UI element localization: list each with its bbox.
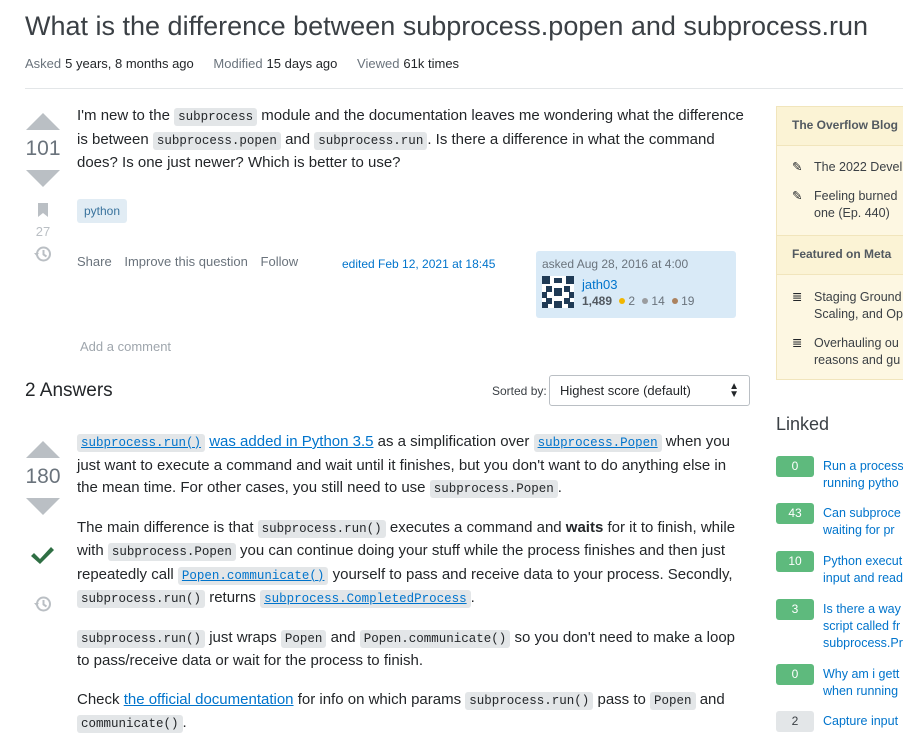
stackexchange-icon: ≣ [792, 290, 803, 304]
question-body: I'm new to the subprocess module and the… [77, 105, 747, 191]
question-paragraph: I'm new to the subprocess module and the… [77, 107, 744, 171]
follow-link[interactable]: Follow [261, 254, 299, 269]
blog-item[interactable]: ✎ Feeling burned one (Ep. 440) [792, 188, 897, 222]
sorted-by-label: Sorted by: [492, 384, 547, 398]
downvote-arrow-icon[interactable] [26, 498, 60, 515]
doc-link[interactable]: Popen.communicate() [177, 566, 329, 585]
inline-code: subprocess.Popen [107, 543, 236, 561]
blog-heading: The Overflow Blog [777, 106, 903, 146]
asker-user-card: asked Aug 28, 2016 at 4:00 jath03 1,489 … [536, 251, 736, 318]
answer-vote-cell: 180 [23, 441, 63, 515]
share-link[interactable]: Share [77, 254, 112, 269]
username-link[interactable]: jath03 [582, 277, 617, 292]
answer-score: 180 [25, 465, 61, 488]
inline-code: subprocess.popen [152, 131, 281, 150]
inline-code: Popen.communicate() [359, 629, 511, 648]
silver-badge-count: 14 [651, 294, 665, 308]
question-vote-cell: 101 27 [23, 113, 63, 267]
linked-question-link[interactable]: Capture input [823, 713, 898, 730]
answer-count-badge: 0 [776, 664, 814, 685]
answer-count-badge: 43 [776, 503, 814, 524]
upvote-arrow-icon[interactable] [26, 113, 60, 130]
linked-question-link[interactable]: Python execut input and read [823, 553, 903, 587]
linked-heading: Linked [776, 414, 830, 434]
answer-count-badge: 0 [776, 456, 814, 477]
official-docs-link[interactable]: the official documentation [124, 691, 294, 708]
asked-label: Asked [25, 56, 62, 71]
answer-history [23, 585, 63, 617]
answer-paragraph: The main difference is that subprocess.r… [77, 518, 736, 608]
gold-badge-icon [619, 298, 626, 304]
answer-count-badge: 2 [776, 711, 814, 732]
doc-link[interactable]: subprocess.Popen [533, 433, 662, 452]
answer-body: subprocess.run() was added in Python 3.5… [77, 431, 749, 752]
history-icon[interactable] [23, 595, 63, 617]
meta-item[interactable]: ≣ Staging Ground Scaling, and Op [792, 289, 903, 323]
question-title[interactable]: What is the difference between subproces… [25, 11, 868, 42]
viewed-label: Viewed [357, 56, 400, 71]
avatar[interactable] [542, 276, 574, 308]
gold-badge-count: 2 [628, 294, 636, 308]
inline-code: Popen [280, 629, 327, 648]
inline-code: subprocess.run() [257, 519, 386, 538]
pencil-icon: ✎ [792, 189, 803, 203]
inline-code: subprocess.Popen [429, 480, 558, 498]
pencil-icon: ✎ [792, 160, 803, 174]
stackexchange-icon: ≣ [792, 336, 803, 350]
answer-paragraph: subprocess.run() was added in Python 3.5… [77, 433, 730, 498]
doc-link[interactable]: subprocess.run() [77, 433, 206, 452]
asked-timestamp[interactable]: asked Aug 28, 2016 at 4:00 [542, 257, 688, 271]
inline-code: subprocess.run() [465, 691, 594, 710]
modified-label: Modified [213, 56, 263, 71]
inline-code: Popen [650, 691, 696, 710]
select-caret-icon: ▲ ▼ [729, 381, 739, 400]
answers-heading: 2 Answers [25, 380, 113, 401]
bookmark-icon[interactable] [23, 202, 63, 222]
answer-count-badge: 3 [776, 599, 814, 620]
tag-python[interactable]: python [77, 199, 128, 223]
meta-heading: Featured on Meta [777, 235, 903, 275]
reputation-score: 1,489 [582, 294, 613, 308]
user-reputation: 1,489 2 14 19 [582, 294, 694, 308]
asked-value: 5 years, 8 months ago [65, 56, 194, 71]
bronze-badge-count: 19 [681, 294, 695, 308]
answer-paragraph: subprocess.run() just wraps Popen and Po… [77, 628, 735, 669]
added-in-python-link[interactable]: was added in Python 3.5 [209, 433, 373, 450]
downvote-arrow-icon[interactable] [26, 170, 60, 187]
linked-question-link[interactable]: Why am i gett when running [823, 666, 899, 700]
linked-question-link[interactable]: Is there a way script called fr subprocess… [823, 601, 903, 652]
sort-select[interactable]: Highest score (default) ▲ ▼ [549, 375, 750, 406]
accepted-checkmark-icon [31, 547, 54, 564]
upvote-arrow-icon[interactable] [26, 441, 60, 458]
answer-count-badge: 10 [776, 551, 814, 572]
overflow-blog-widget: The Overflow Blog ✎ The 2022 Devel ✎ Feeli… [776, 106, 903, 380]
viewed-value: 61k times [403, 56, 460, 71]
edited-link[interactable]: edited Feb 12, 2021 at 18:45 [342, 257, 495, 271]
answer-paragraph: Check the official documentation for inf… [77, 690, 725, 733]
add-comment-link[interactable]: Add a comment [80, 339, 171, 354]
question-score: 101 [25, 137, 61, 160]
meta-item[interactable]: ≣ Overhauling ou reasons and gu [792, 335, 900, 369]
question-actions: Share Improve this question Follow [77, 254, 307, 269]
blog-item[interactable]: ✎ The 2022 Devel [792, 159, 902, 176]
header-divider [25, 88, 903, 89]
inline-code: subprocess [174, 108, 258, 126]
inline-code: subprocess.run() [77, 590, 206, 608]
linked-question-link[interactable]: Run a process running pytho [823, 458, 903, 492]
question-meta: Asked 5 years, 8 months ago Modified 15 da… [25, 56, 475, 71]
inline-code: subprocess.run [314, 131, 428, 150]
linked-question-link[interactable]: Can subproce waiting for pr [823, 505, 901, 539]
history-icon[interactable] [23, 245, 63, 267]
improve-question-link[interactable]: Improve this question [124, 254, 248, 269]
bookmark-count: 27 [35, 224, 51, 239]
inline-code: communicate() [77, 715, 183, 733]
doc-link[interactable]: subprocess.CompletedProcess [260, 589, 471, 608]
modified-value[interactable]: 15 days ago [267, 56, 338, 71]
bronze-badge-icon [672, 298, 679, 304]
silver-badge-icon [642, 298, 649, 304]
inline-code: subprocess.run() [77, 629, 206, 648]
sort-value: Highest score (default) [560, 383, 691, 398]
